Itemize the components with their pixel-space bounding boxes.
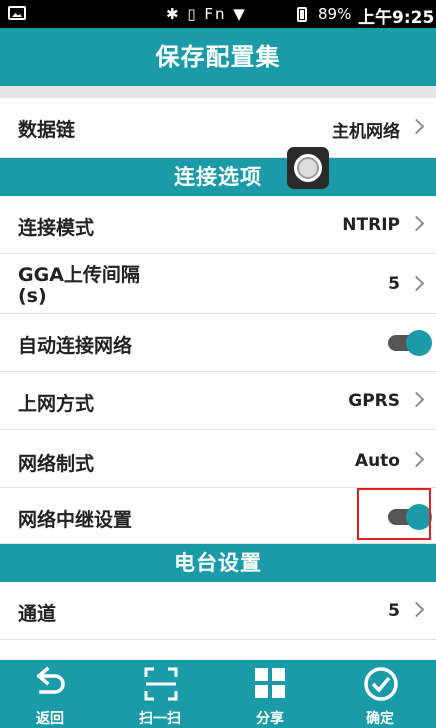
clock: 上午9:25 xyxy=(358,8,435,28)
battery-percent: 89% xyxy=(318,5,352,23)
chevron-right-icon xyxy=(408,275,425,292)
row-network-method[interactable]: 上网方式 GPRS xyxy=(0,372,436,430)
nav-share-button[interactable]: 分享 xyxy=(230,660,310,728)
nav-confirm-button[interactable]: 确定 xyxy=(340,660,420,728)
spacer xyxy=(0,86,436,98)
row-auto-connect: 自动连接网络 xyxy=(0,314,436,372)
battery-icon xyxy=(297,7,307,22)
connect-mode-label: 连接模式 xyxy=(18,217,95,239)
chevron-right-icon xyxy=(408,601,425,618)
row-data-link[interactable]: 数据链 主机网络 xyxy=(0,98,436,158)
auto-connect-toggle[interactable] xyxy=(388,330,432,356)
row-gga-interval[interactable]: GGA上传间隔 (s) 5 xyxy=(0,254,436,314)
undo-icon xyxy=(36,666,65,694)
channel-value: 5 xyxy=(388,601,400,621)
network-standard-label: 网络制式 xyxy=(18,453,95,475)
gga-interval-label: GGA上传间隔 xyxy=(18,264,140,286)
chevron-right-icon xyxy=(408,391,425,408)
nav-confirm-label: 确定 xyxy=(366,711,394,727)
scan-icon xyxy=(144,667,178,701)
gallery-icon xyxy=(8,6,26,20)
page-title: 保存配置集 xyxy=(155,43,281,71)
status-bar: ✱ ▯ Fn ▼ 89% 上午9:25 xyxy=(0,0,436,28)
network-method-label: 上网方式 xyxy=(18,393,95,415)
grid-icon xyxy=(255,668,285,698)
chevron-right-icon xyxy=(408,118,425,135)
row-connect-mode[interactable]: 连接模式 NTRIP xyxy=(0,196,436,254)
section-connection-options: 连接选项 xyxy=(0,158,436,196)
channel-label: 通道 xyxy=(18,603,57,625)
network-standard-value: Auto xyxy=(354,451,400,471)
data-link-label: 数据链 xyxy=(18,119,76,141)
connect-mode-value: NTRIP xyxy=(342,215,400,235)
chevron-right-icon xyxy=(408,215,425,232)
nav-share-label: 分享 xyxy=(256,711,284,727)
floating-assist-button[interactable] xyxy=(287,147,329,189)
section-radio-settings: 电台设置 xyxy=(0,544,436,582)
title-bar: 保存配置集 xyxy=(0,28,436,86)
status-icons: ✱ ▯ Fn ▼ xyxy=(166,5,247,23)
gga-interval-value: 5 xyxy=(388,274,400,294)
gga-interval-unit: (s) xyxy=(18,285,47,307)
nav-back-label: 返回 xyxy=(36,711,64,727)
network-method-value: GPRS xyxy=(348,391,400,411)
row-network-standard[interactable]: 网络制式 Auto xyxy=(0,430,436,488)
nav-scan-label: 扫一扫 xyxy=(139,711,181,727)
row-channel[interactable]: 通道 5 xyxy=(0,582,436,640)
chevron-right-icon xyxy=(408,451,425,468)
nav-back-button[interactable]: 返回 xyxy=(10,660,90,728)
circle-icon xyxy=(294,154,322,182)
highlight-box xyxy=(357,488,431,540)
network-relay-label: 网络中继设置 xyxy=(18,509,133,531)
bottom-nav: 返回 扫一扫 分享 确定 xyxy=(0,660,436,728)
check-circle-icon xyxy=(364,667,398,701)
nav-scan-button[interactable]: 扫一扫 xyxy=(120,660,200,728)
toggle-knob xyxy=(406,330,432,356)
data-link-value: 主机网络 xyxy=(332,122,400,142)
auto-connect-label: 自动连接网络 xyxy=(18,335,133,357)
